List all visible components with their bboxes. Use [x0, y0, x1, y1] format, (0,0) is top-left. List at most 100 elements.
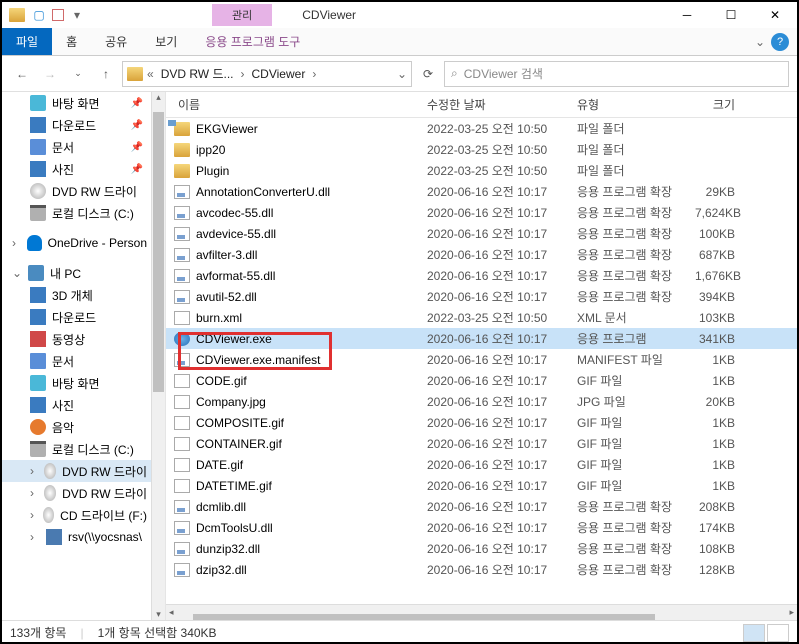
expand-icon[interactable]: › — [30, 530, 40, 544]
help-icon[interactable]: ? — [771, 33, 789, 51]
scroll-left-icon[interactable]: ◂ — [166, 607, 177, 618]
h-scrollbar-thumb[interactable] — [193, 614, 655, 621]
nav-item[interactable]: 다운로드 — [2, 306, 151, 328]
pin-icon[interactable]: 📌 — [131, 120, 143, 131]
nav-item-label: 문서 — [52, 139, 74, 156]
nav-item[interactable]: 사진 — [2, 394, 151, 416]
tab-file[interactable]: 파일 — [2, 28, 52, 55]
crumb-cdviewer[interactable]: CDViewer — [249, 67, 309, 81]
qat-dropdown-icon[interactable]: ▾ — [68, 6, 86, 24]
pin-icon[interactable]: 📌 — [131, 98, 143, 109]
maximize-button[interactable]: ☐ — [709, 2, 753, 28]
file-row[interactable]: CDViewer.exe.manifest2020-06-16 오전 10:17… — [166, 349, 797, 370]
nav-item[interactable]: 바탕 화면 — [2, 372, 151, 394]
tab-app-tools[interactable]: 응용 프로그램 도구 — [191, 28, 314, 55]
nav-back-button[interactable]: ← — [10, 62, 34, 86]
details-view-button[interactable] — [743, 624, 765, 642]
tab-view[interactable]: 보기 — [141, 28, 191, 55]
expand-icon[interactable]: › — [30, 508, 37, 522]
nav-item[interactable]: DVD RW 드라이 — [2, 180, 151, 202]
nav-scrollbar-thumb[interactable] — [153, 112, 164, 392]
nav-scrollbar[interactable]: ▴ ▾ — [151, 92, 165, 620]
col-date[interactable]: 수정한 날짜 — [421, 92, 571, 117]
file-row[interactable]: DATETIME.gif2020-06-16 오전 10:17GIF 파일1KB — [166, 475, 797, 496]
file-row[interactable]: COMPOSITE.gif2020-06-16 오전 10:17GIF 파일1K… — [166, 412, 797, 433]
nav-item-label: 내 PC — [50, 265, 81, 282]
nav-item[interactable]: ›rsv(\\yocsnas\ — [2, 526, 151, 548]
nav-item[interactable]: 문서 — [2, 350, 151, 372]
file-row[interactable]: avcodec-55.dll2020-06-16 오전 10:17응용 프로그램… — [166, 202, 797, 223]
file-row[interactable]: avutil-52.dll2020-06-16 오전 10:17응용 프로그램 … — [166, 286, 797, 307]
nav-item[interactable]: ⌄ 내 PC — [2, 262, 151, 284]
nav-item[interactable]: 3D 개체 — [2, 284, 151, 306]
file-row[interactable]: avdevice-55.dll2020-06-16 오전 10:17응용 프로그… — [166, 223, 797, 244]
nav-recent-icon[interactable]: ⌄ — [66, 62, 90, 86]
file-row[interactable]: DATE.gif2020-06-16 오전 10:17GIF 파일1KB — [166, 454, 797, 475]
file-size: 108KB — [695, 542, 755, 556]
pin-icon[interactable]: 📌 — [131, 142, 143, 153]
file-row[interactable]: CODE.gif2020-06-16 오전 10:17GIF 파일1KB — [166, 370, 797, 391]
file-row[interactable]: EKGViewer2022-03-25 오전 10:50파일 폴더 — [166, 118, 797, 139]
icons-view-button[interactable] — [767, 624, 789, 642]
file-row[interactable]: dzip32.dll2020-06-16 오전 10:17응용 프로그램 확장1… — [166, 559, 797, 580]
nav-item[interactable]: ›DVD RW 드라이 — [2, 482, 151, 504]
file-row[interactable]: CONTAINER.gif2020-06-16 오전 10:17GIF 파일1K… — [166, 433, 797, 454]
file-list[interactable]: EKGViewer2022-03-25 오전 10:50파일 폴더ipp2020… — [166, 118, 797, 604]
col-size[interactable]: 크기 — [695, 92, 755, 117]
tab-home[interactable]: 홈 — [52, 28, 91, 55]
file-row[interactable]: CDViewer.exe2020-06-16 오전 10:17응용 프로그램34… — [166, 328, 797, 349]
close-button[interactable]: ✕ — [753, 2, 797, 28]
search-box[interactable]: ⌕ CDViewer 검색 — [444, 61, 789, 87]
nav-item[interactable]: 바탕 화면📌 — [2, 92, 151, 114]
col-type[interactable]: 유형 — [571, 92, 695, 117]
nav-item-label: 바탕 화면 — [52, 375, 100, 392]
expand-icon[interactable]: › — [30, 486, 38, 500]
file-row[interactable]: avformat-55.dll2020-06-16 오전 10:17응용 프로그… — [166, 265, 797, 286]
folder-icon[interactable] — [8, 6, 26, 24]
file-row[interactable]: DcmToolsU.dll2020-06-16 오전 10:17응용 프로그램 … — [166, 517, 797, 538]
col-name[interactable]: 이름 — [166, 92, 421, 117]
file-row[interactable]: dcmlib.dll2020-06-16 오전 10:17응용 프로그램 확장2… — [166, 496, 797, 517]
nav-item[interactable]: 다운로드📌 — [2, 114, 151, 136]
expand-icon[interactable]: ⌄ — [12, 266, 22, 280]
status-selection: 1개 항목 선택함 340KB — [98, 624, 217, 641]
checkbox-icon[interactable] — [52, 9, 64, 21]
minimize-button[interactable]: ─ — [665, 2, 709, 28]
file-row[interactable]: dunzip32.dll2020-06-16 오전 10:17응용 프로그램 확… — [166, 538, 797, 559]
crumb-dvd[interactable]: DVD RW 드... — [158, 65, 237, 82]
nav-item[interactable]: ›OneDrive - Person — [2, 232, 151, 254]
ribbon-expand-icon[interactable]: ⌄ — [755, 35, 765, 49]
expand-icon[interactable]: › — [12, 236, 21, 250]
file-row[interactable]: burn.xml2022-03-25 오전 10:50XML 문서103KB — [166, 307, 797, 328]
nav-item[interactable]: ›CD 드라이브 (F:) — [2, 504, 151, 526]
file-date: 2020-06-16 오전 10:17 — [421, 456, 571, 473]
address-dropdown-icon[interactable]: ⌄ — [397, 67, 407, 81]
pin-icon[interactable]: 📌 — [131, 164, 143, 175]
file-row[interactable]: ipp202022-03-25 오전 10:50파일 폴더 — [166, 139, 797, 160]
file-date: 2020-06-16 오전 10:17 — [421, 435, 571, 452]
chevron-icon[interactable]: « — [147, 67, 154, 81]
nav-item[interactable]: ›DVD RW 드라이 — [2, 460, 151, 482]
nav-item[interactable]: 로컬 디스크 (C:) — [2, 438, 151, 460]
chevron-right-icon[interactable]: › — [241, 67, 245, 81]
nav-item[interactable]: 문서 📌 — [2, 136, 151, 158]
nav-item[interactable]: 사진📌 — [2, 158, 151, 180]
file-row[interactable]: avfilter-3.dll2020-06-16 오전 10:17응용 프로그램… — [166, 244, 797, 265]
nav-item[interactable]: 동영상 — [2, 328, 151, 350]
file-row[interactable]: Plugin2022-03-25 오전 10:50파일 폴더 — [166, 160, 797, 181]
nav-up-button[interactable]: ↑ — [94, 62, 118, 86]
nav-item[interactable]: 로컬 디스크 (C:) — [2, 202, 151, 224]
file-name: avfilter-3.dll — [196, 248, 257, 262]
horizontal-scrollbar[interactable]: ◂ ▸ — [166, 604, 797, 620]
file-row[interactable]: Company.jpg2020-06-16 오전 10:17JPG 파일20KB — [166, 391, 797, 412]
refresh-button[interactable]: ⟳ — [416, 62, 440, 86]
chevron-right-icon[interactable]: › — [312, 67, 316, 81]
tab-share[interactable]: 공유 — [91, 28, 141, 55]
properties-icon[interactable]: ▢ — [30, 6, 48, 24]
file-row[interactable]: AnnotationConverterU.dll2020-06-16 오전 10… — [166, 181, 797, 202]
nav-forward-button[interactable]: → — [38, 62, 62, 86]
scroll-right-icon[interactable]: ▸ — [786, 607, 797, 618]
breadcrumb-bar[interactable]: « DVD RW 드... › CDViewer › ⌄ — [122, 61, 412, 87]
expand-icon[interactable]: › — [30, 464, 38, 478]
nav-item[interactable]: 음악 — [2, 416, 151, 438]
